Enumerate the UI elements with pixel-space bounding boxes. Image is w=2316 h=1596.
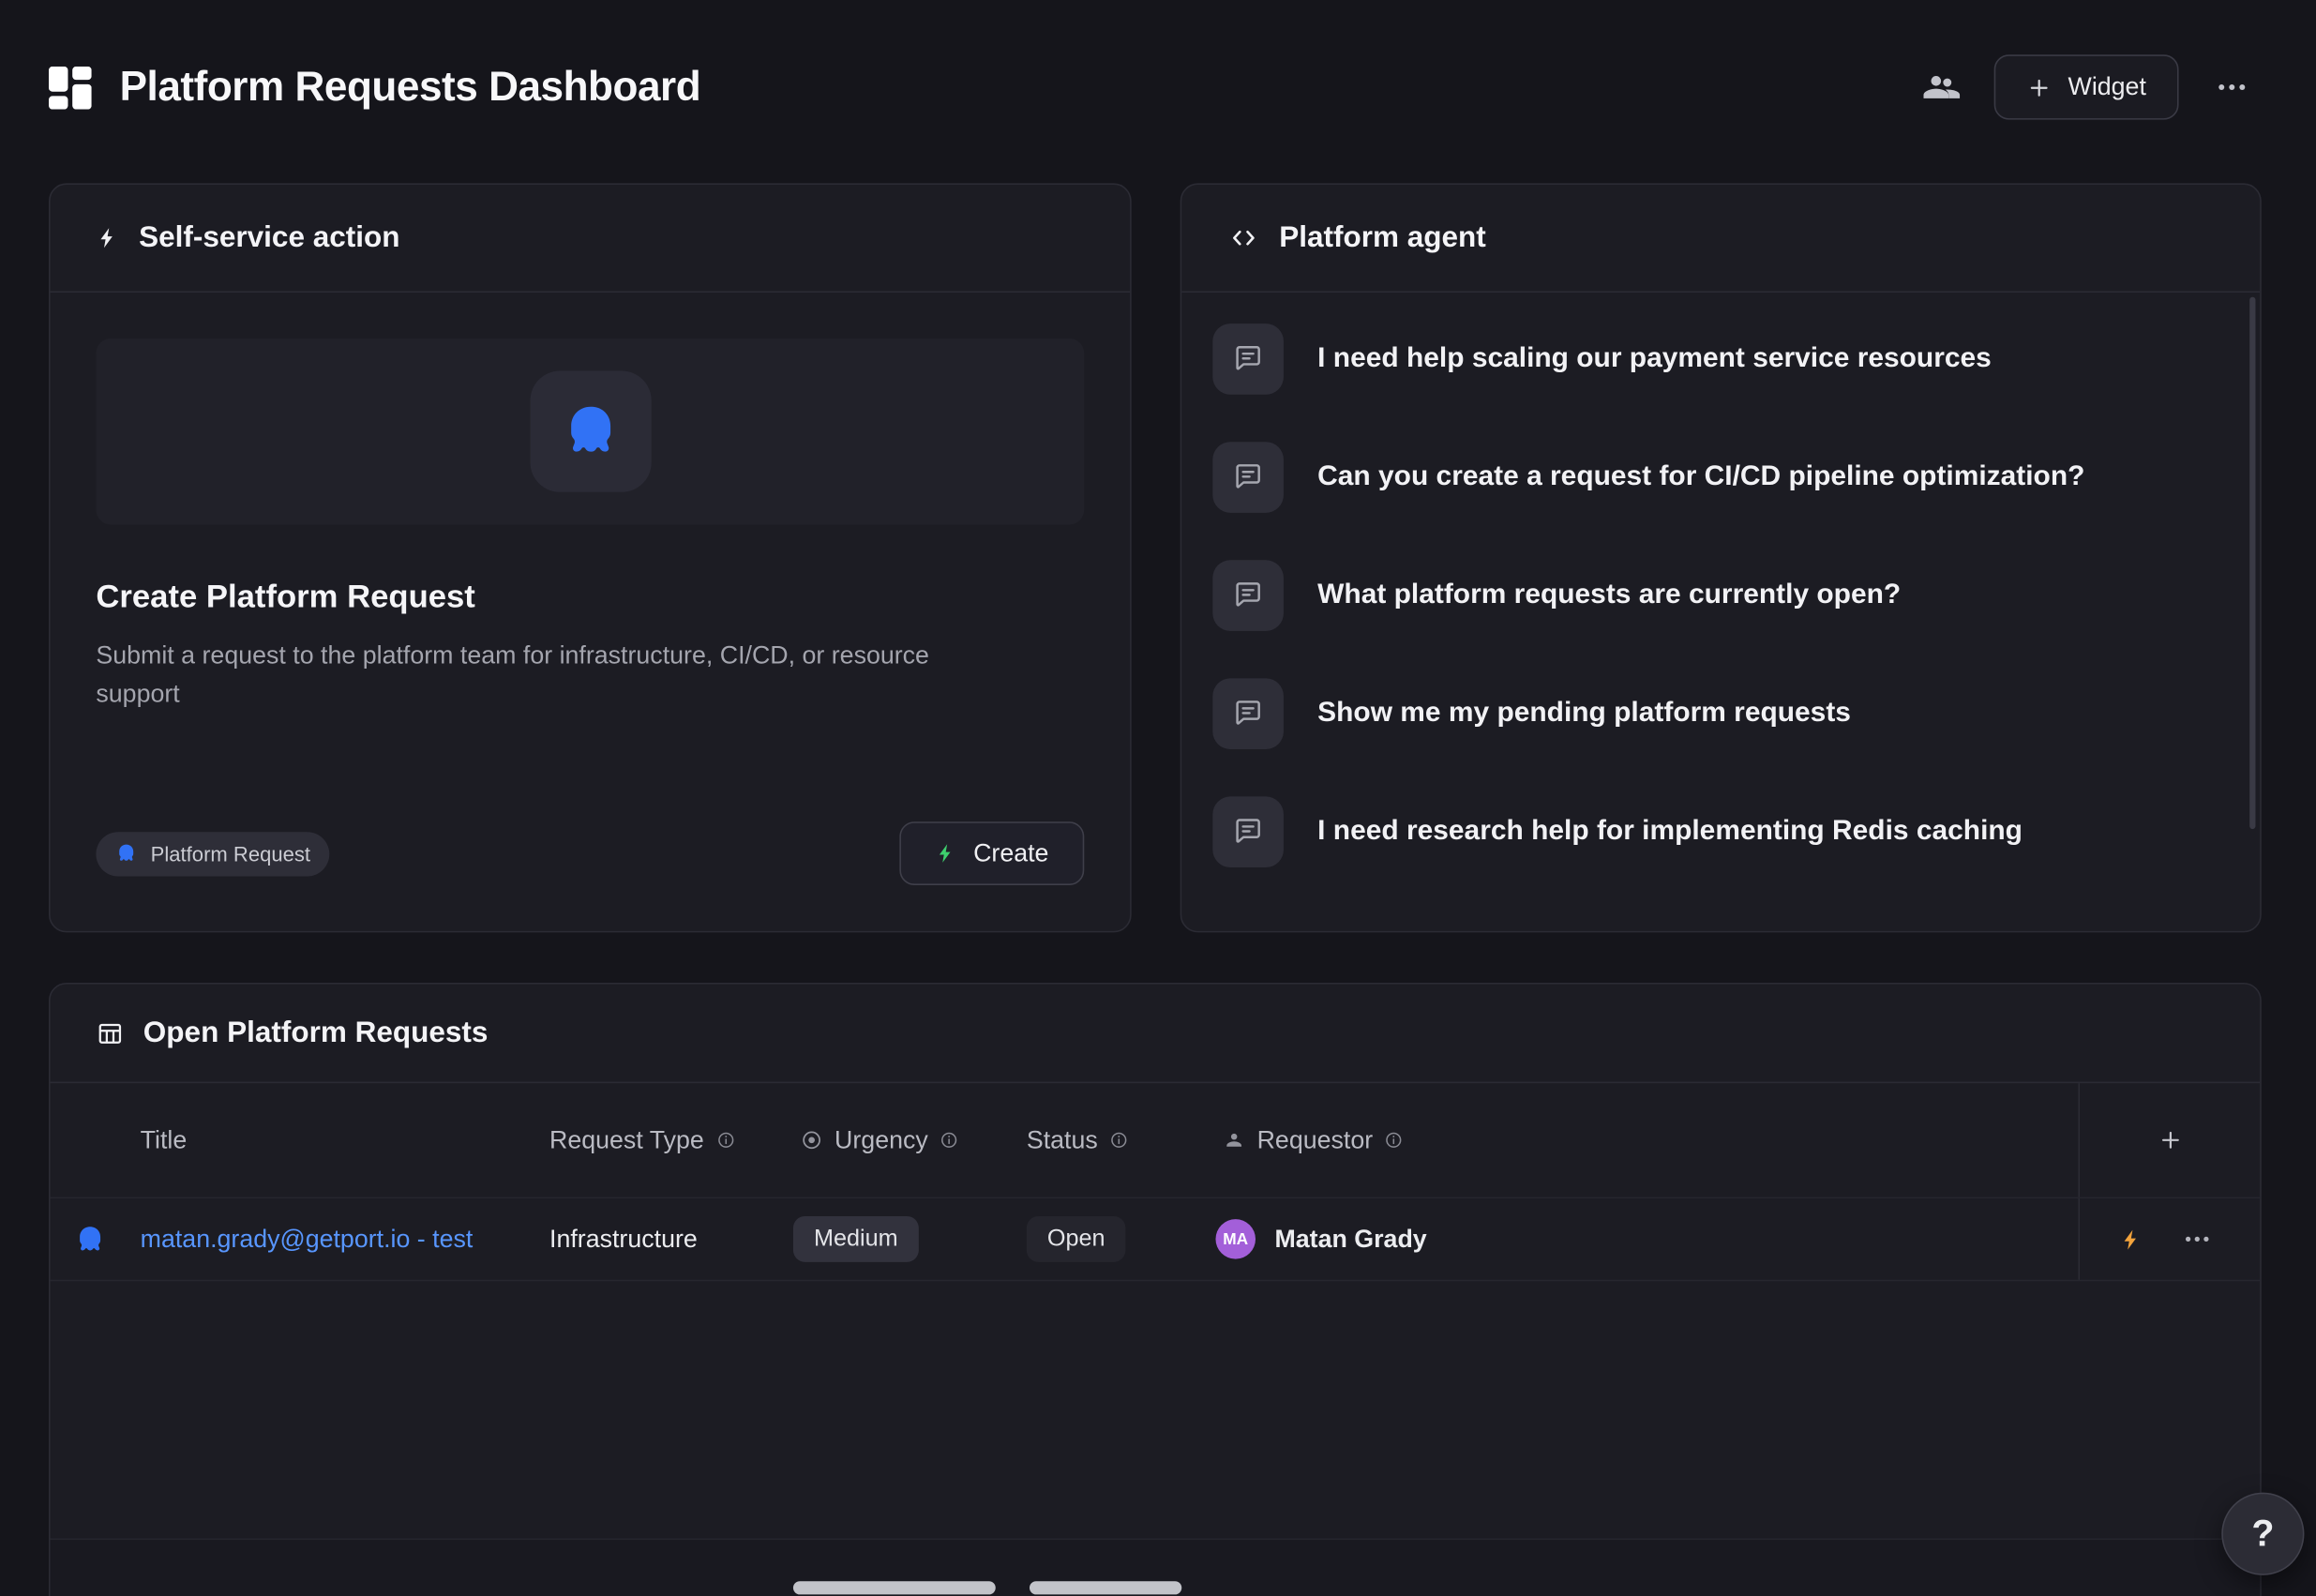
action-title: Create Platform Request <box>96 578 1084 616</box>
bolt-yellow-icon <box>2120 1226 2143 1252</box>
column-header-title[interactable]: Title <box>141 1125 549 1155</box>
column-label: Status <box>1027 1125 1098 1155</box>
agent-suggestion-label: I need help scaling our payment service … <box>1317 343 1992 376</box>
action-hero-tile <box>530 371 651 492</box>
chat-icon <box>1212 442 1284 513</box>
agent-suggestion[interactable]: Show me my pending platform requests <box>1181 655 2260 773</box>
octopus-chip-icon <box>115 842 138 865</box>
ellipsis-icon <box>2214 69 2249 105</box>
row-requestor-cell: MA Matan Grady <box>1215 1219 2078 1259</box>
row-request-type-cell: Infrastructure <box>549 1225 793 1255</box>
bolt-green-icon <box>935 841 957 866</box>
agent-suggestion[interactable]: I need research help for implementing Re… <box>1181 773 2260 891</box>
dashboard-page: Platform Requests Dashboard Widget <box>0 0 2316 1596</box>
agent-suggestion[interactable]: I need help scaling our payment service … <box>1181 300 2260 418</box>
person-icon <box>1223 1129 1245 1152</box>
info-icon[interactable] <box>715 1131 734 1150</box>
code-icon <box>1227 225 1260 251</box>
column-header-request-type[interactable]: Request Type <box>549 1125 793 1155</box>
agent-suggestion-label: What platform requests are currently ope… <box>1317 580 1901 612</box>
status-badge: Open <box>1027 1216 1126 1262</box>
row-title-cell: matan.grady@getport.io - test <box>141 1225 549 1255</box>
audience-button[interactable] <box>1912 57 1971 116</box>
brand: Platform Requests Dashboard <box>49 64 700 111</box>
horizontal-scrollbar-thumb[interactable] <box>1030 1581 1181 1594</box>
column-header-urgency[interactable]: Urgency <box>793 1125 1027 1155</box>
octopus-logo-icon <box>559 400 621 462</box>
row-entity-icon-cell <box>74 1223 141 1256</box>
open-requests-header: Open Platform Requests <box>51 985 2261 1084</box>
widgets-row: Self-service action Create Platform Requ… <box>49 183 2262 932</box>
requestor-name: Matan Grady <box>1274 1225 1426 1255</box>
chat-icon <box>1212 324 1284 395</box>
table-icon <box>96 1019 124 1047</box>
open-requests-title: Open Platform Requests <box>143 1016 489 1049</box>
column-label: Title <box>141 1125 188 1155</box>
ellipsis-icon <box>2182 1224 2213 1255</box>
radio-icon <box>801 1129 823 1152</box>
agent-suggestion-label: Can you create a request for CI/CD pipel… <box>1317 461 2084 494</box>
add-widget-label: Widget <box>2068 72 2146 102</box>
chat-icon <box>1212 796 1284 867</box>
platform-agent-widget: Platform agent I need help scaling our p… <box>1181 183 2262 932</box>
urgency-badge: Medium <box>793 1216 919 1262</box>
add-column-button[interactable] <box>2078 1083 2260 1197</box>
row-actions-cell <box>2078 1198 2260 1280</box>
column-label: Request Type <box>549 1125 704 1155</box>
create-button[interactable]: Create <box>899 821 1084 885</box>
action-description: Submit a request to the platform team fo… <box>96 637 1019 714</box>
page-header: Platform Requests Dashboard Widget <box>49 51 2262 125</box>
octopus-entity-icon <box>74 1223 107 1256</box>
chat-icon <box>1212 560 1284 631</box>
dashboard-menu-button[interactable] <box>2203 57 2262 116</box>
agent-suggestion-list: I need help scaling our payment service … <box>1181 293 2260 891</box>
self-service-header: Self-service action <box>51 185 1131 293</box>
column-header-requestor[interactable]: Requestor <box>1215 1125 2078 1155</box>
table-header-row: Title Request Type Urgency <box>51 1083 2261 1198</box>
create-button-label: Create <box>973 838 1048 868</box>
platform-agent-header: Platform agent <box>1181 185 2260 293</box>
agent-suggestion-label: Show me my pending platform requests <box>1317 698 1851 730</box>
add-widget-button[interactable]: Widget <box>1994 54 2179 119</box>
page-title: Platform Requests Dashboard <box>120 64 701 111</box>
self-service-widget: Self-service action Create Platform Requ… <box>49 183 1132 932</box>
bolt-icon <box>96 225 119 251</box>
help-button[interactable]: ? <box>2221 1493 2304 1575</box>
blueprint-chip-label: Platform Request <box>151 841 310 865</box>
row-menu-button[interactable] <box>2182 1224 2213 1255</box>
scrollbar-thumb[interactable] <box>2249 297 2255 829</box>
chat-icon <box>1212 678 1284 749</box>
header-actions: Widget <box>1912 54 2262 119</box>
self-service-title: Self-service action <box>139 221 399 255</box>
info-icon[interactable] <box>1385 1131 1404 1150</box>
agent-suggestion-label: I need research help for implementing Re… <box>1317 816 2023 849</box>
action-hero-panel <box>96 339 1084 525</box>
avatar: MA <box>1215 1219 1256 1259</box>
table-row[interactable]: matan.grady@getport.io - test Infrastruc… <box>51 1198 2261 1281</box>
self-service-footer: Platform Request Create <box>96 821 1084 885</box>
agent-suggestion[interactable]: What platform requests are currently ope… <box>1181 536 2260 655</box>
column-label: Requestor <box>1257 1125 1374 1155</box>
plus-icon <box>2026 75 2052 100</box>
horizontal-scrollbar-thumb[interactable] <box>793 1581 996 1594</box>
plus-icon <box>2158 1127 2183 1152</box>
info-icon[interactable] <box>940 1131 958 1150</box>
users-icon <box>1922 68 1961 106</box>
dashboard-icon <box>49 66 92 109</box>
column-header-status[interactable]: Status <box>1027 1125 1216 1155</box>
info-icon[interactable] <box>1109 1131 1128 1150</box>
table-footer <box>51 1539 2261 1596</box>
row-urgency-cell: Medium <box>793 1216 1027 1262</box>
row-status-cell: Open <box>1027 1216 1216 1262</box>
open-requests-widget: Open Platform Requests Title Request Typ… <box>49 983 2262 1596</box>
blueprint-chip[interactable]: Platform Request <box>96 831 329 875</box>
agent-suggestion[interactable]: Can you create a request for CI/CD pipel… <box>1181 418 2260 536</box>
self-service-body: Create Platform Request Submit a request… <box>51 293 1131 931</box>
request-type-value: Infrastructure <box>549 1225 698 1255</box>
column-label: Urgency <box>835 1125 928 1155</box>
entity-link[interactable]: matan.grady@getport.io - test <box>141 1225 474 1255</box>
run-action-button[interactable] <box>2120 1226 2143 1252</box>
platform-agent-title: Platform agent <box>1279 221 1486 255</box>
